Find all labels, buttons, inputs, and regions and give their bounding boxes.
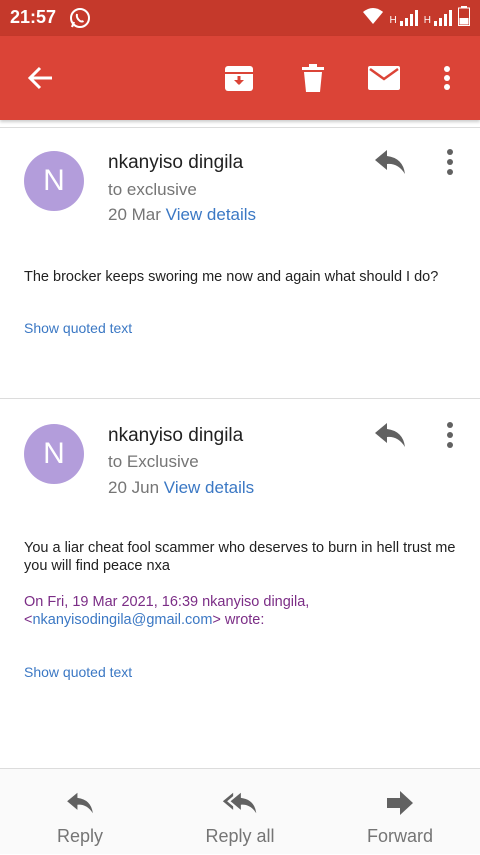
reply-all-button[interactable]: Reply all — [160, 769, 320, 855]
quote-header-prefix: On Fri, 19 Mar 2021, 16:39 nkanyiso ding… — [24, 594, 310, 610]
quote-header: On Fri, 19 Mar 2021, 16:39 nkanyiso ding… — [24, 593, 464, 629]
avatar[interactable]: N — [24, 151, 84, 211]
message-body: The brocker keeps sworing me now and aga… — [24, 269, 439, 285]
reply-icon[interactable] — [374, 421, 406, 449]
more-vert-icon[interactable] — [440, 420, 460, 450]
status-time: 21:57 — [10, 7, 57, 27]
reply-label: Reply — [56, 826, 104, 846]
delete-icon[interactable] — [295, 60, 331, 96]
date-line: 20 Mar View details — [108, 205, 256, 225]
reply-all-label: Reply all — [205, 826, 275, 846]
status-bar: 21:57 H H — [0, 0, 480, 36]
wifi-icon — [362, 7, 384, 30]
forward-icon — [387, 791, 413, 820]
sender-name: nkanyiso dingila — [108, 425, 244, 446]
avatar[interactable]: N — [24, 424, 84, 484]
date-line: 20 Jun View details — [108, 478, 254, 498]
bottom-action-bar: Reply Reply all Forward — [0, 768, 480, 854]
signal-icon: H — [424, 10, 452, 26]
reply-button[interactable]: Reply — [0, 769, 160, 855]
recipient-line: to exclusive — [108, 180, 197, 199]
signal-icon: H — [390, 10, 418, 26]
forward-label: Forward — [366, 826, 433, 846]
mail-icon[interactable] — [366, 60, 402, 96]
whatsapp-icon — [68, 6, 92, 30]
reply-icon — [65, 791, 95, 820]
message-body: You a liar cheat fool scammer who deserv… — [24, 540, 456, 574]
message-card: N nkanyiso dingila to Exclusive 20 Jun V… — [0, 399, 480, 767]
show-quoted-text-link[interactable]: Show quoted text — [24, 320, 132, 336]
network-type-label: H — [389, 15, 397, 26]
forward-button[interactable]: Forward — [320, 769, 480, 855]
view-details-link[interactable]: View details — [164, 478, 254, 497]
reply-icon[interactable] — [374, 148, 406, 176]
quote-header-suffix: > wrote: — [212, 612, 265, 628]
show-quoted-text-link[interactable]: Show quoted text — [24, 664, 132, 680]
reply-all-icon — [221, 791, 259, 820]
quote-email-link[interactable]: nkanyisodingila@gmail.com — [32, 612, 212, 628]
view-details-link[interactable]: View details — [166, 205, 256, 224]
more-vert-icon[interactable] — [429, 60, 465, 96]
message-date: 20 Mar — [108, 205, 161, 224]
recipient-line: to Exclusive — [108, 452, 199, 471]
archive-icon[interactable] — [221, 60, 257, 96]
sender-name: nkanyiso dingila — [108, 152, 244, 173]
battery-icon — [458, 5, 470, 31]
message-date: 20 Jun — [108, 478, 160, 497]
app-bar — [0, 36, 480, 120]
more-vert-icon[interactable] — [440, 147, 460, 177]
status-icons: H H — [362, 5, 470, 31]
network-type-label: H — [423, 15, 431, 26]
back-arrow-icon[interactable] — [22, 60, 58, 96]
message-card: N nkanyiso dingila to exclusive 20 Mar V… — [0, 128, 480, 398]
